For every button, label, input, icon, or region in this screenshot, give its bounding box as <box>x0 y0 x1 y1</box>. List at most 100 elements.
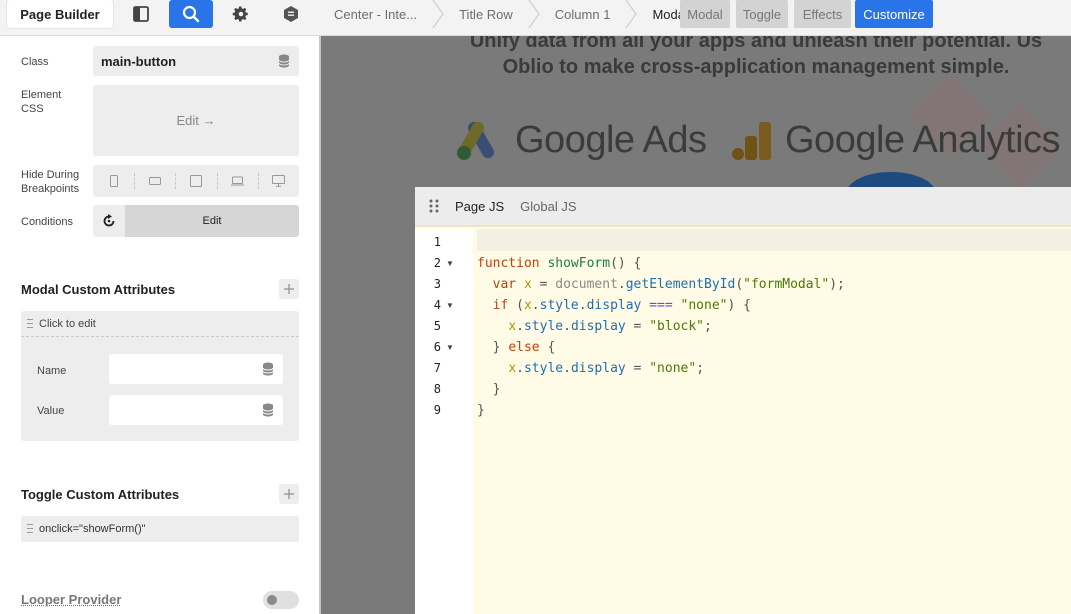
page-builder-label: Page Builder <box>20 6 100 22</box>
conditions-label: Conditions <box>21 216 73 228</box>
hide-label-line2: Breakpoints <box>21 183 80 195</box>
refresh-icon <box>103 214 115 227</box>
google-ads-icon <box>457 121 494 160</box>
database-icon[interactable] <box>262 403 274 417</box>
tab-label: Modal <box>687 6 723 22</box>
hero-line-1: Unify data from all your apps and unleas… <box>469 36 1043 52</box>
class-input[interactable]: main-button <box>93 46 299 76</box>
tab-page-js[interactable]: Page JS <box>455 199 504 214</box>
code-line: function showForm() { <box>477 256 642 271</box>
element-css-label-line1: Element <box>21 89 62 101</box>
looper-provider-toggle[interactable] <box>263 591 299 609</box>
code-line: x.style.display = "block"; <box>508 319 712 334</box>
breakpoint-phone-landscape[interactable] <box>134 165 175 197</box>
database-icon[interactable] <box>262 362 274 376</box>
class-label: Class <box>21 56 49 68</box>
tab-toggle[interactable]: Toggle <box>736 0 788 28</box>
fold-arrow-icon[interactable]: ▼ <box>446 343 454 352</box>
js-editor-header: Page JS Global JS <box>415 187 1071 227</box>
drag-handle-icon[interactable] <box>27 524 33 533</box>
tab-label: Effects <box>802 6 843 22</box>
google-ads-text: Google Ads <box>515 119 707 161</box>
line-number: 3 <box>433 277 441 291</box>
toggle-attribute-item[interactable]: onclick="showForm()" <box>21 516 299 542</box>
tab-label: Toggle <box>742 6 782 22</box>
hide-label-line1: Hide During <box>21 169 80 181</box>
hexagon-menu-button[interactable] <box>273 0 309 28</box>
database-icon[interactable] <box>278 54 290 68</box>
chevron-right-icon <box>625 0 638 28</box>
element-css-edit-button[interactable]: Edit → <box>93 85 299 156</box>
customize-button[interactable]: Customize <box>855 0 933 28</box>
code-line: } <box>477 382 501 397</box>
phone-icon <box>109 175 118 187</box>
modal-attributes-title: Modal Custom Attributes <box>21 282 176 297</box>
code-line: } else { <box>477 340 556 355</box>
search-button[interactable] <box>169 0 213 28</box>
line-number: 8 <box>433 382 441 396</box>
class-value: main-button <box>101 53 177 69</box>
toggle-attributes-title: Toggle Custom Attributes <box>21 487 180 502</box>
conditions-edit-label: Edit <box>202 215 222 227</box>
plus-icon <box>284 489 294 499</box>
chevron-right-icon <box>528 0 540 28</box>
js-editor-panel: Page JS Global JS 1 2 ▼ 3 4 ▼ 5 6 ▼ 7 8 … <box>415 187 1071 614</box>
add-modal-attribute-button[interactable] <box>279 279 299 299</box>
add-toggle-attribute-button[interactable] <box>279 484 299 504</box>
click-to-edit-label: Click to edit <box>39 317 96 330</box>
tab-modal[interactable]: Modal <box>680 0 730 28</box>
line-number: 9 <box>433 403 441 417</box>
line-number-gutter: 1 2 ▼ 3 4 ▼ 5 6 ▼ 7 8 9 <box>415 229 473 614</box>
breakpoint-desktop[interactable] <box>257 165 299 197</box>
breadcrumb-label: Column 1 <box>554 6 611 22</box>
google-analytics-logo: Google Analytics <box>731 119 1061 162</box>
conditions-edit-button[interactable]: Edit <box>125 205 299 237</box>
line-number: 7 <box>433 361 441 375</box>
breakpoint-phone[interactable] <box>93 165 134 197</box>
breadcrumb-label: Center - Inte... <box>334 6 418 22</box>
line-number: 6 <box>433 340 441 354</box>
search-icon <box>182 5 200 23</box>
tab-effects[interactable]: Effects <box>794 0 851 28</box>
code-line: if (x.style.display === "none") { <box>492 298 751 313</box>
breadcrumb-item[interactable]: Column 1 <box>541 0 625 28</box>
modal-attribute-item: Click to edit Name Value <box>21 311 299 441</box>
looper-provider-title: Looper Provider <box>21 592 122 607</box>
conditions-refresh-button[interactable] <box>93 205 125 237</box>
layout-toggle-button[interactable] <box>123 0 159 28</box>
attribute-name-input[interactable] <box>109 354 283 384</box>
code-line: } <box>477 403 485 418</box>
name-label: Name <box>37 365 67 377</box>
hero-text: Unify data from all your apps and unleas… <box>321 36 1071 80</box>
line-number: 5 <box>433 319 441 333</box>
tab-global-js[interactable]: Global JS <box>520 199 576 214</box>
code-line: x.style.display = "none"; <box>508 361 705 376</box>
drag-handle-icon[interactable] <box>429 199 439 213</box>
desktop-icon <box>271 175 285 187</box>
attribute-value-input[interactable] <box>109 395 283 425</box>
toggle-knob <box>267 595 277 605</box>
breakpoint-selector <box>93 165 299 197</box>
line-number: 2 <box>433 256 441 270</box>
drag-handle-icon[interactable] <box>27 319 33 328</box>
google-analytics-text: Google Analytics <box>785 119 1061 161</box>
fold-arrow-icon[interactable]: ▼ <box>446 301 454 310</box>
breakpoint-laptop[interactable] <box>216 165 258 197</box>
top-toolbar: Page Builder Center - Inte... Title Row … <box>0 0 1071 36</box>
google-analytics-icon <box>732 121 771 160</box>
sidebar-layout-icon <box>133 6 149 22</box>
settings-button[interactable] <box>223 0 259 28</box>
conditions-control: Edit <box>93 205 299 237</box>
plus-icon <box>284 284 294 294</box>
page-builder-button[interactable]: Page Builder <box>7 0 113 28</box>
code-line: var x = document.getElementById("formMod… <box>492 277 845 292</box>
attribute-header[interactable]: Click to edit <box>21 311 299 337</box>
breadcrumb-item[interactable]: Center - Inte... <box>320 0 431 28</box>
breadcrumb-label: Title Row <box>459 6 513 22</box>
breadcrumb-item[interactable]: Title Row <box>445 0 527 28</box>
breakpoint-tablet[interactable] <box>175 165 216 197</box>
toggle-attribute-value: onclick="showForm()" <box>39 523 146 535</box>
code-editor[interactable]: function showForm() { var x = document.g… <box>477 229 1071 614</box>
fold-arrow-icon[interactable]: ▼ <box>446 259 454 268</box>
phone-landscape-icon <box>148 177 161 185</box>
